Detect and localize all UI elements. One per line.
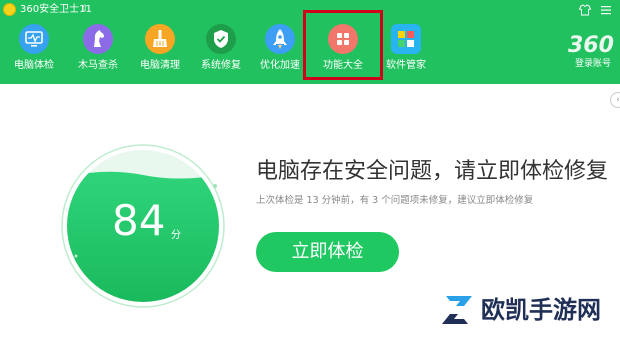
nav-item-system-repair[interactable]: 系统修复 <box>191 24 251 72</box>
skin-icon[interactable] <box>578 3 592 17</box>
app-logo-icon <box>3 3 16 16</box>
watermark-logo-icon <box>442 296 472 324</box>
nav-label: 电脑清理 <box>140 60 180 71</box>
watermark-text: 欧凯手游网 <box>481 296 601 324</box>
status-headline: 电脑存在安全问题，请立即体检修复 <box>256 159 609 184</box>
horse-icon <box>83 24 113 54</box>
side-toggle-icon[interactable]: ‹ <box>610 92 620 108</box>
highlight-box <box>303 10 383 80</box>
nav-item-pc-checkup[interactable]: 电脑体检 <box>4 24 64 72</box>
nav-label: 系统修复 <box>201 60 241 71</box>
nav-item-software-manager[interactable]: 软件管家 <box>376 24 436 72</box>
monitor-check-icon <box>19 24 49 54</box>
menu-icon[interactable] <box>599 3 613 17</box>
brand-logo: 360 <box>568 33 614 58</box>
nav-item-speed-up[interactable]: 优化加速 <box>250 24 310 72</box>
scan-now-button[interactable]: 立即体检 <box>256 232 399 272</box>
nav-label: 木马查杀 <box>78 60 118 71</box>
nav-label: 电脑体检 <box>14 60 54 71</box>
nav-item-trojan-scan[interactable]: 木马查杀 <box>68 24 128 72</box>
nav-label: 优化加速 <box>260 60 300 71</box>
nav-item-pc-cleanup[interactable]: 电脑清理 <box>130 24 190 72</box>
upgrade-arrow-icon[interactable]: ⇧ <box>81 3 89 16</box>
apps-icon <box>391 24 421 54</box>
health-score: 84 <box>112 196 166 245</box>
nav-label: 软件管家 <box>386 60 426 71</box>
status-subtext: 上次体检是 13 分钟前，有 3 个问题项未修复，建议立即体检修复 <box>256 195 534 206</box>
score-unit: 分 <box>171 230 181 241</box>
login-account-link[interactable]: 登录账号 <box>575 59 611 70</box>
shield-icon <box>206 24 236 54</box>
rocket-icon <box>265 24 295 54</box>
broom-icon <box>145 24 175 54</box>
